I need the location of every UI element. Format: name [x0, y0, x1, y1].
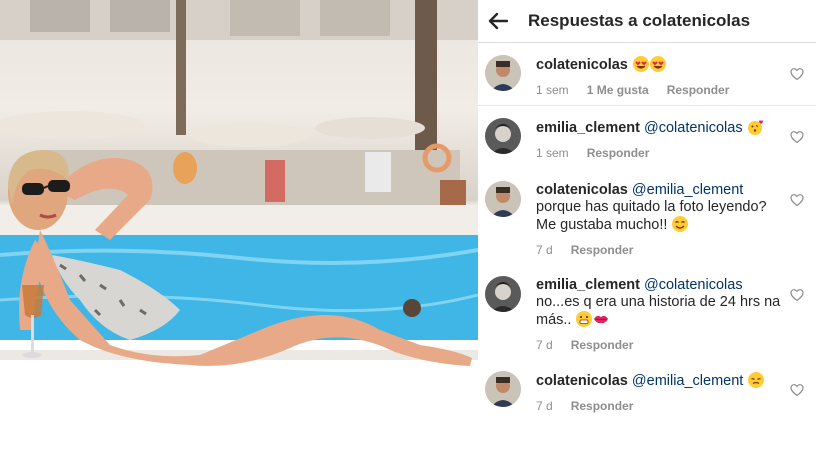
comment-meta: 7 d Responder: [536, 243, 781, 257]
comment-item: colatenicolas @emilia_clement porque has…: [478, 181, 816, 257]
comment-mention[interactable]: @colatenicolas: [644, 120, 743, 136]
comment-item: emilia_clement @colatenicolas no...es q …: [478, 276, 816, 352]
comment-item: emilia_clement @colatenicolas 1 sem Resp…: [478, 118, 816, 160]
comment-meta: 7 d Responder: [536, 399, 781, 413]
heart-eyes-emoji-icon: [632, 56, 649, 72]
comment-meta: 7 d Responder: [536, 338, 781, 352]
comment-meta: 1 sem Responder: [536, 146, 776, 160]
comment-meta: 1 sem 1 Me gusta Responder: [536, 83, 776, 97]
comment-mention[interactable]: @emilia_clement: [632, 182, 743, 198]
comment-username[interactable]: emilia_clement: [536, 277, 640, 293]
like-heart-icon[interactable]: [790, 383, 804, 397]
heart-eyes-emoji-icon: [649, 56, 666, 72]
avatar[interactable]: [485, 371, 521, 407]
grimacing-emoji-icon: [576, 311, 593, 327]
comment-time: 1 sem: [536, 83, 569, 97]
comment-item: colatenicolas @emilia_clement 7 d Respon…: [478, 371, 816, 413]
avatar[interactable]: [485, 118, 521, 154]
reply-button[interactable]: Responder: [587, 146, 650, 160]
comment-username[interactable]: colatenicolas: [536, 57, 628, 73]
comment-text: emilia_clement @colatenicolas: [536, 119, 776, 137]
comment-text: emilia_clement @colatenicolas no...es q …: [536, 277, 781, 329]
like-heart-icon[interactable]: [790, 193, 804, 207]
comment-likes[interactable]: 1 Me gusta: [587, 83, 649, 97]
divider: [478, 105, 816, 106]
comment-text: colatenicolas @emilia_clement: [536, 372, 781, 390]
arrow-left-icon: [488, 12, 508, 30]
avatar-photo: [485, 181, 521, 217]
kissing-heart-emoji-icon: [747, 120, 763, 135]
reply-button[interactable]: Responder: [667, 83, 730, 97]
comment-time: 7 d: [536, 399, 553, 413]
like-heart-icon[interactable]: [790, 288, 804, 302]
back-button[interactable]: [481, 4, 515, 38]
post-photo: [0, 0, 478, 453]
page-title: Respuestas a colatenicolas: [528, 11, 751, 30]
comment-time: 7 d: [536, 243, 553, 257]
avatar[interactable]: [485, 181, 521, 217]
pool-scene-image: [0, 0, 478, 453]
comment-username[interactable]: colatenicolas: [536, 182, 628, 198]
comment-username[interactable]: emilia_clement: [536, 120, 640, 136]
comment-mention[interactable]: @colatenicolas: [644, 277, 743, 293]
avatar[interactable]: [485, 55, 521, 91]
header-bar: Respuestas a colatenicolas: [478, 0, 816, 43]
comment-time: 7 d: [536, 338, 553, 352]
avatar[interactable]: [485, 276, 521, 312]
comment-mention[interactable]: @emilia_clement: [632, 373, 743, 389]
smiling-emoji-icon: [672, 216, 689, 232]
avatar-photo: [485, 55, 521, 91]
comment-text: colatenicolas @emilia_clement porque has…: [536, 182, 781, 234]
kiss-lips-emoji-icon: [594, 315, 609, 324]
comment-time: 1 sem: [536, 146, 569, 160]
like-heart-icon[interactable]: [790, 67, 804, 81]
comment-body: porque has quitado la foto leyendo? Me g…: [536, 199, 767, 233]
avatar-photo: [485, 371, 521, 407]
avatar-photo: [485, 276, 521, 312]
like-heart-icon[interactable]: [790, 130, 804, 144]
reply-button[interactable]: Responder: [571, 243, 634, 257]
comment-body: no...es q era una historia de 24 hrs na …: [536, 294, 781, 328]
comment-text: colatenicolas: [536, 56, 776, 74]
comment-item: colatenicolas 1 sem 1 Me gusta Responder: [478, 55, 816, 97]
comment-username[interactable]: colatenicolas: [536, 373, 628, 389]
reply-button[interactable]: Responder: [571, 399, 634, 413]
avatar-photo: [485, 118, 521, 154]
reply-button[interactable]: Responder: [571, 338, 634, 352]
sleepy-emoji-icon: [748, 372, 765, 388]
